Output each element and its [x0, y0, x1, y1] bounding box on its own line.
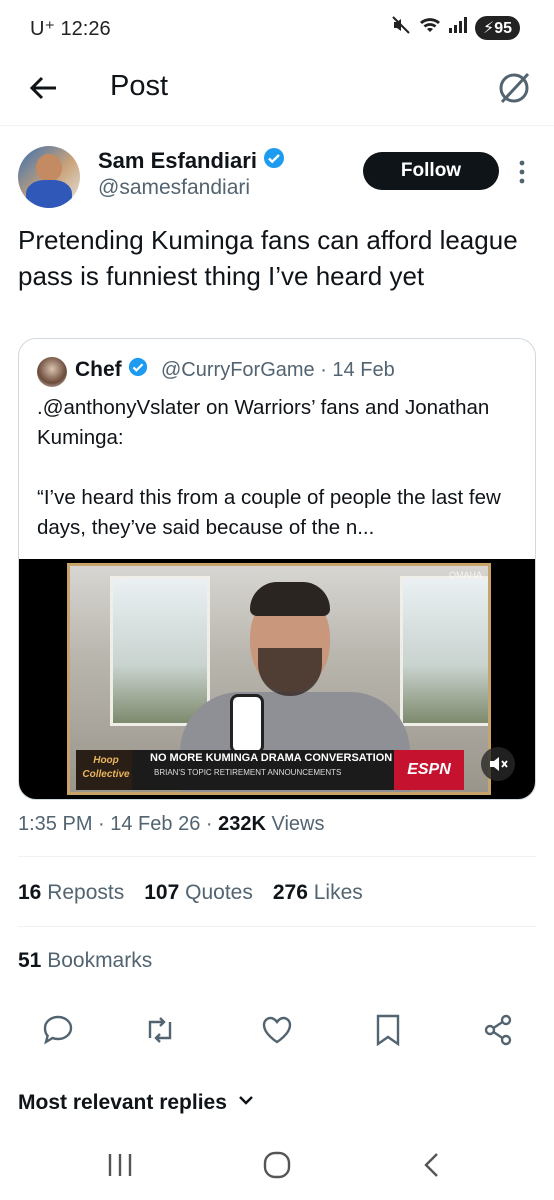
bookmarks-stat[interactable]: 51 Bookmarks [18, 949, 152, 973]
corner-watermark: OMAHA [448, 570, 482, 580]
back-arrow-icon[interactable] [26, 70, 62, 106]
divider [18, 926, 536, 927]
tweet-text: Pretending Kuminga fans can afford leagu… [18, 225, 518, 291]
battery-level: 95 [494, 19, 512, 37]
show-logo: Hoop Collective [76, 750, 136, 790]
microphone-icon [230, 694, 264, 754]
status-carrier-time: U⁺ 12:26 [30, 18, 111, 40]
post-timestamp-views: 1:35 PM · 14 Feb 26 · 232K Views [18, 813, 325, 835]
chevron-down-icon [237, 1091, 255, 1115]
likes-stat[interactable]: 276 Likes [273, 881, 363, 905]
network-logo: ESPN [394, 750, 464, 790]
chyron-line-2: BRIAN'S TOPIC RETIREMENT ANNOUNCEMENTS [154, 768, 342, 777]
signal-icon [448, 17, 467, 38]
quote-author-name-row: Chef [75, 357, 148, 383]
video-player[interactable]: OMAHA Hoop Collective NO MORE KUMINGA DR… [19, 559, 535, 799]
share-icon[interactable] [476, 1008, 520, 1052]
chyron-line-1: NO MORE KUMINGA DRAMA CONVERSATION [150, 752, 393, 764]
grok-icon[interactable] [494, 68, 534, 108]
author-handle[interactable]: @samesfandiari [98, 176, 250, 200]
replies-sort-dropdown[interactable]: Most relevant replies [18, 1091, 255, 1115]
views-count: 232K [218, 813, 266, 835]
mute-toggle[interactable] [481, 747, 515, 781]
battery-indicator: ⚡95 [474, 15, 520, 40]
quotes-stat[interactable]: 107 Quotes [144, 881, 253, 905]
status-icons: ⚡95 [391, 15, 520, 40]
quote-meta: @CurryForGame · 14 Feb [161, 359, 395, 381]
author-avatar[interactable] [18, 146, 80, 208]
divider [18, 856, 536, 857]
wifi-icon [419, 16, 441, 39]
replies-sort-label: Most relevant replies [18, 1091, 227, 1114]
video-frame: OMAHA Hoop Collective NO MORE KUMINGA DR… [67, 563, 491, 795]
quote-author-avatar [37, 357, 67, 387]
quote-text: .@anthonyVslater on Warriors’ fans and J… [37, 396, 501, 539]
author-name: Sam Esfandiari [98, 148, 257, 173]
quoted-post-card[interactable]: Chef @CurryForGame · 14 Feb .@anthonyVsl… [18, 338, 536, 800]
mute-icon [490, 757, 508, 771]
home-icon[interactable] [257, 1150, 297, 1180]
verified-badge-icon [263, 147, 285, 175]
repost-icon[interactable] [138, 1008, 182, 1052]
more-vertical-icon[interactable] [514, 158, 530, 186]
reply-icon[interactable] [36, 1008, 80, 1052]
mute-status-icon [391, 15, 411, 40]
quote-author-name: Chef [75, 358, 122, 381]
top-app-bar: Post [0, 54, 554, 126]
recents-icon[interactable] [100, 1150, 140, 1180]
engagement-stats: 16 Reposts 107 Quotes 276 Likes [18, 881, 363, 905]
author-name-row[interactable]: Sam Esfandiari [98, 147, 285, 175]
page-title: Post [110, 70, 169, 102]
follow-button[interactable]: Follow [363, 152, 499, 190]
action-bar [0, 1008, 554, 1054]
bookmark-icon[interactable] [366, 1008, 410, 1052]
reposts-stat[interactable]: 16 Reposts [18, 881, 124, 905]
verified-badge-icon [128, 357, 148, 383]
status-bar: U⁺ 12:26 ⚡95 [0, 0, 554, 54]
like-icon[interactable] [255, 1008, 299, 1052]
back-icon[interactable] [412, 1150, 452, 1180]
system-nav-bar [0, 1130, 554, 1200]
